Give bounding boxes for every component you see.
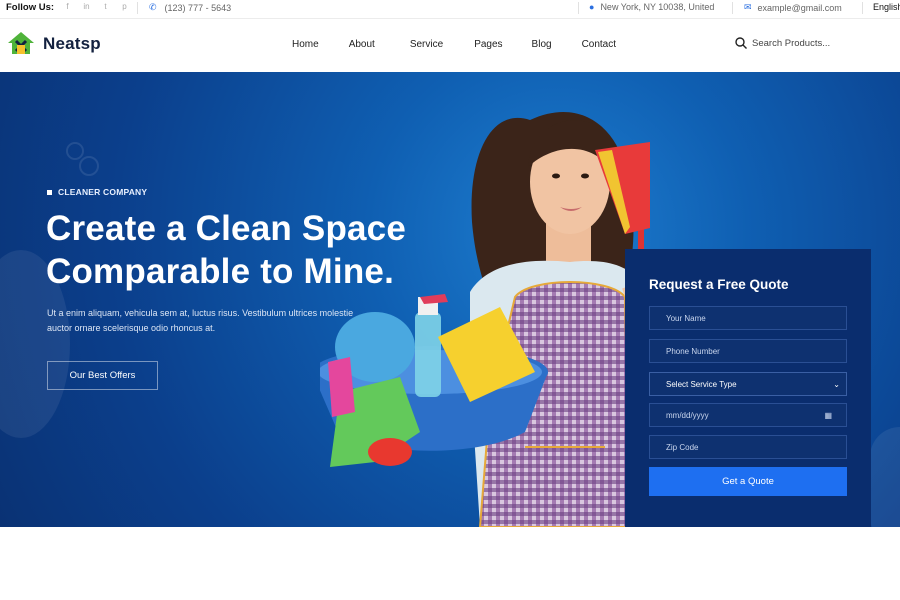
nav-blog[interactable]: Blog bbox=[532, 39, 552, 50]
nav-about[interactable]: About bbox=[349, 39, 375, 50]
service-type-select[interactable]: Select Service Type ⌄ bbox=[649, 372, 847, 396]
topbar-email[interactable]: ✉ example@gmail.com bbox=[744, 2, 842, 13]
quote-form-panel: Request a Free Quote Your Name Phone Num… bbox=[625, 249, 871, 527]
hero-description: Ut a enim aliquam, vehicula sem at, luct… bbox=[47, 308, 354, 333]
search-box[interactable]: Search Products... bbox=[735, 37, 830, 49]
logo-text: Neatsp bbox=[43, 34, 101, 53]
pinterest-icon[interactable]: p bbox=[120, 2, 129, 11]
location-pin-icon: ● bbox=[589, 2, 595, 12]
nav-service[interactable]: Service bbox=[410, 39, 443, 50]
service-type-value: Select Service Type bbox=[666, 379, 737, 389]
chevron-down-icon: ⌄ bbox=[833, 379, 840, 389]
topbar-location: ● New York, NY 10038, United bbox=[589, 2, 714, 12]
phone-icon: ✆ bbox=[149, 2, 157, 12]
bubble-decoration bbox=[66, 142, 84, 160]
email-text: example@gmail.com bbox=[757, 2, 842, 13]
decorative-blob bbox=[870, 427, 900, 527]
calendar-icon[interactable]: ▦ bbox=[824, 411, 832, 420]
zip-code-field[interactable]: Zip Code bbox=[649, 435, 847, 459]
topbar-phone[interactable]: ✆ (123) 777 - 5643 bbox=[149, 2, 231, 13]
facebook-icon[interactable]: f bbox=[63, 2, 72, 11]
divider bbox=[578, 2, 579, 14]
quote-form-title: Request a Free Quote bbox=[649, 277, 789, 292]
house-logo-icon bbox=[8, 32, 34, 54]
nav-home[interactable]: Home bbox=[292, 39, 319, 50]
date-placeholder: mm/dd/yyyy bbox=[666, 410, 709, 420]
cleaner-woman-illustration bbox=[320, 112, 650, 527]
top-bar: Follow Us: f in t p ✆ (123) 777 - 5643 ●… bbox=[0, 0, 900, 16]
bubble-decoration bbox=[79, 156, 99, 176]
search-input[interactable]: Search Products... bbox=[752, 38, 830, 49]
hero-section: CLEANER COMPANY Create a Clean Space Com… bbox=[0, 72, 900, 527]
follow-us-label: Follow Us: bbox=[6, 2, 55, 13]
your-name-field[interactable]: Your Name bbox=[649, 306, 847, 330]
divider bbox=[137, 2, 138, 14]
phone-number-field[interactable]: Phone Number bbox=[649, 339, 847, 363]
get-a-quote-button[interactable]: Get a Quote bbox=[649, 467, 847, 496]
twitter-icon[interactable]: t bbox=[101, 2, 110, 11]
nav-pages[interactable]: Pages bbox=[474, 39, 502, 50]
nav-contact[interactable]: Contact bbox=[582, 39, 616, 50]
date-field[interactable]: mm/dd/yyyy ▦ bbox=[649, 403, 847, 427]
hero-eyebrow: CLEANER COMPANY bbox=[47, 187, 147, 197]
search-icon bbox=[735, 37, 747, 49]
language-selector[interactable]: English bbox=[873, 2, 900, 12]
our-best-offers-button[interactable]: Our Best Offers bbox=[47, 361, 158, 390]
linkedin-icon[interactable]: in bbox=[82, 2, 91, 11]
divider bbox=[732, 2, 733, 14]
square-bullet-icon bbox=[47, 189, 52, 195]
envelope-icon: ✉ bbox=[744, 2, 752, 12]
site-header: Neatsp Home About Service Pages Blog Con… bbox=[0, 19, 900, 72]
eyebrow-text: CLEANER COMPANY bbox=[58, 187, 148, 197]
logo[interactable]: Neatsp bbox=[6, 29, 101, 59]
main-nav: Home About Service Pages Blog Contact bbox=[292, 39, 616, 50]
location-text: New York, NY 10038, United bbox=[600, 2, 715, 12]
phone-number: (123) 777 - 5643 bbox=[164, 2, 232, 13]
social-links: f in t p bbox=[63, 2, 129, 11]
divider bbox=[862, 2, 863, 14]
